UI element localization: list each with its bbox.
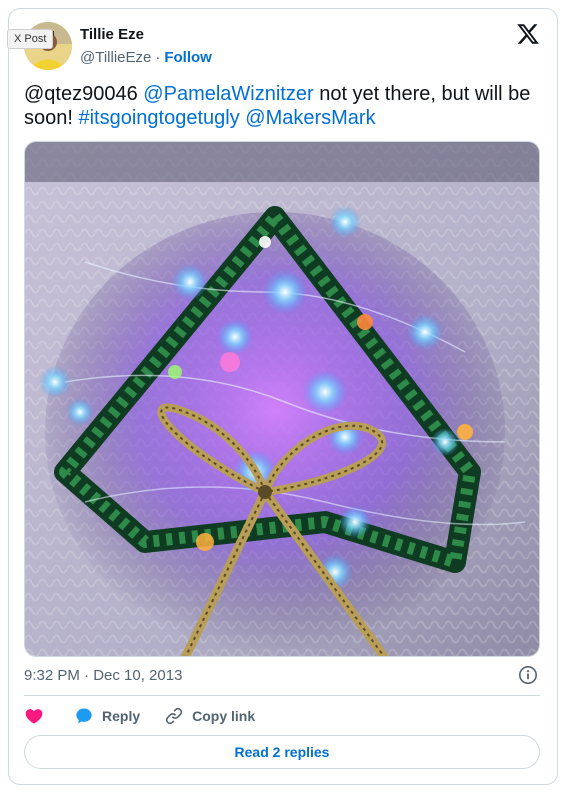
hashtag-itsgoingtogetugly[interactable]: #itsgoingtogetugly	[78, 107, 239, 129]
mention-makersmark[interactable]: @MakersMark	[245, 107, 375, 129]
reply-label: Reply	[102, 708, 141, 724]
mention-pamelawiznitzer[interactable]: @PamelaWiznitzer	[143, 83, 313, 105]
x-logo-icon[interactable]	[516, 22, 540, 46]
tweet-timestamp[interactable]: 9:32 PM · Dec 10, 2013	[24, 667, 182, 684]
follow-button[interactable]: Follow	[164, 49, 212, 66]
photo-sequin-tree-with-lights	[25, 142, 539, 656]
x-post-tag: X Post	[7, 29, 54, 49]
tweet-text: @qtez90046 @PamelaWiznitzer not yet ther…	[24, 82, 540, 130]
reply-button[interactable]: Reply	[74, 706, 140, 726]
like-button[interactable]	[24, 706, 44, 726]
action-bar: Reply Copy link	[24, 704, 255, 728]
author-handle[interactable]: @TillieEze	[80, 49, 151, 66]
copy-link-button[interactable]: Copy link	[164, 706, 255, 726]
separator-dot: ·	[155, 49, 161, 66]
info-icon[interactable]	[518, 665, 538, 685]
link-icon	[166, 707, 183, 725]
divider	[24, 695, 540, 696]
author-name[interactable]: Tillie Eze	[80, 26, 144, 43]
copy-link-label: Copy link	[192, 708, 256, 724]
read-replies-button[interactable]: Read 2 replies	[24, 735, 540, 769]
tweet-photo[interactable]	[24, 141, 540, 657]
author-handle-line: @TillieEze · Follow	[80, 49, 212, 66]
mention-qtez90046: @qtez90046	[24, 83, 138, 105]
reply-bubble-icon	[76, 708, 92, 724]
heart-icon	[25, 709, 43, 724]
